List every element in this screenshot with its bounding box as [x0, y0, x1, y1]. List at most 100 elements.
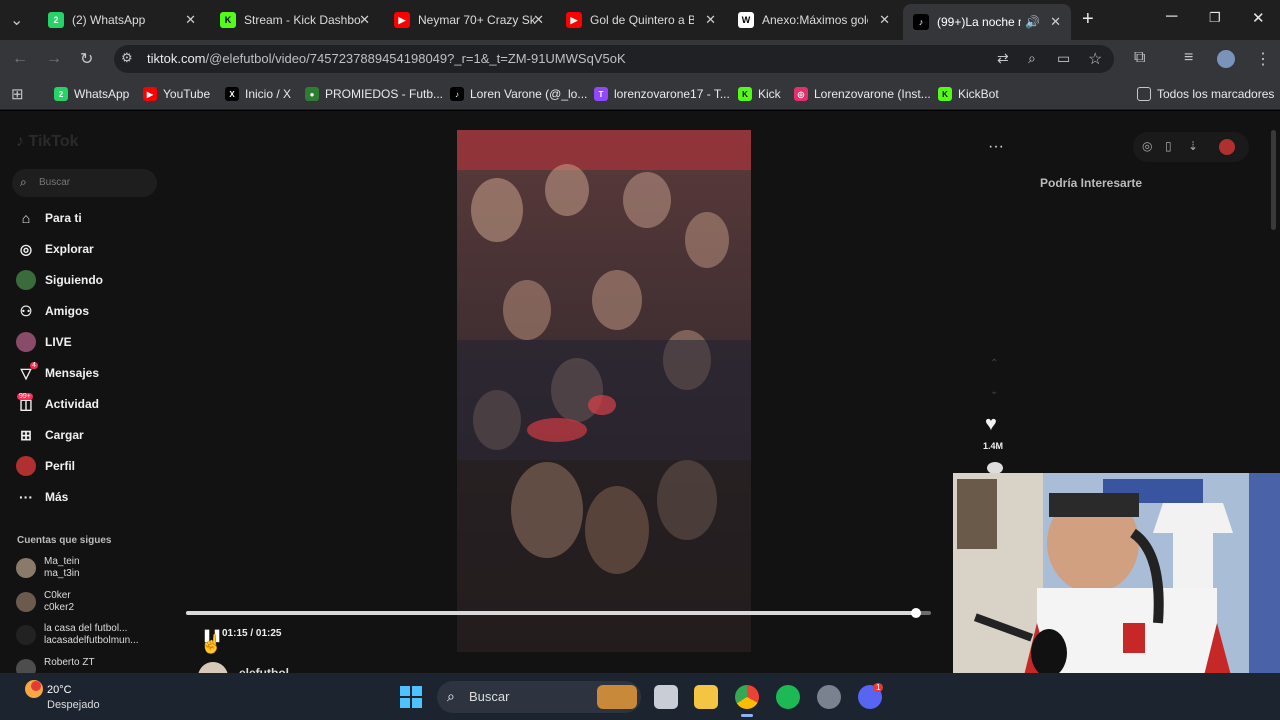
bookmark-item[interactable]: ◎ Lorenzovarone (Inst... [794, 86, 931, 102]
bookmark-item[interactable]: Tlorenzovarone17 - T... [594, 86, 730, 102]
bookmark-item[interactable]: K Kick [738, 86, 781, 102]
bookmark-star-icon[interactable]: ☆ [1088, 49, 1102, 69]
browser-tab[interactable]: ▶ Gol de Quintero a Boca ✕ [556, 6, 726, 34]
scroll-up-icon[interactable]: ⌃ [990, 358, 998, 369]
youtube-favicon-icon: ▶ [143, 87, 157, 101]
close-tab-icon[interactable]: ✕ [533, 12, 544, 28]
browser-tab[interactable]: K Stream - Kick Dashboard ✕ [210, 6, 380, 34]
page-scrollbar[interactable] [1271, 130, 1276, 230]
nav-amigos[interactable]: ⚇ Amigos [16, 300, 89, 322]
close-tab-icon[interactable]: ✕ [185, 12, 196, 28]
media-control-icon[interactable]: ≡ [1184, 49, 1193, 67]
tiktok-logo[interactable]: ♪ TikTok [16, 133, 79, 151]
minimize-icon[interactable]: ─ [1166, 8, 1177, 26]
following-item[interactable]: C0ker c0ker2 [16, 590, 74, 614]
right-toolbar: ◎ ▯ ⇣ [1133, 132, 1249, 162]
extensions-icon[interactable]: ⧉ [1134, 49, 1145, 67]
tab-title: Stream - Kick Dashboard [244, 13, 362, 27]
weather-badge [31, 681, 41, 691]
close-tab-icon[interactable]: ✕ [1050, 14, 1061, 30]
chrome-icon[interactable] [735, 685, 759, 709]
zoom-icon[interactable]: ⌕ [1028, 50, 1036, 67]
bookmark-item[interactable]: ♪ Loren Varone (@_lo... [450, 86, 587, 102]
weather-temp[interactable]: 20°C [47, 684, 72, 696]
nav-mas[interactable]: ··· Más [16, 486, 68, 508]
avatar [16, 625, 36, 645]
nav-live[interactable]: LIVE [16, 331, 72, 353]
video-frame [457, 130, 751, 652]
like-heart-icon[interactable]: ♥ [985, 413, 997, 436]
nav-explorar[interactable]: ◎ Explorar [16, 238, 94, 260]
youtube-favicon-icon: ▶ [566, 12, 582, 28]
bookmark-item[interactable]: X Inicio / X [225, 86, 291, 102]
more-icon: ··· [19, 489, 33, 505]
file-explorer-icon[interactable] [694, 685, 718, 709]
all-bookmarks-folder[interactable]: Todos los marcadores [1137, 86, 1274, 102]
search-placeholder: Buscar [39, 177, 71, 188]
back-icon[interactable]: ← [12, 50, 28, 68]
restore-icon[interactable]: ❐ [1209, 10, 1221, 26]
site-info-icon[interactable]: ⚙ [121, 50, 133, 66]
windows-start-icon[interactable] [400, 686, 422, 708]
instagram-favicon-icon: ◎ [794, 87, 808, 101]
nav-perfil[interactable]: Perfil [16, 455, 75, 477]
tab-title: Gol de Quintero a Boca [590, 13, 694, 27]
explore-icon[interactable]: ◎ [1142, 139, 1152, 153]
youtube-favicon-icon: ▶ [394, 12, 410, 28]
following-item[interactable]: Ma_tein ma_t3in [16, 556, 80, 580]
following-item[interactable]: la casa del futbol... lacasadelfutbolmun.… [16, 623, 139, 647]
browser-tab[interactable]: W Anexo:Máximos goleadores ✕ [728, 6, 900, 34]
search-box[interactable]: ⌕ Buscar [12, 169, 157, 197]
browser-tab[interactable]: 2 (2) WhatsApp ✕ [38, 6, 206, 34]
user-avatar[interactable] [1219, 139, 1235, 155]
bookmark-item[interactable]: ▶ YouTube [143, 86, 210, 102]
search-icon: ⌕ [447, 688, 455, 704]
following-header: Cuentas que sigues [17, 535, 112, 546]
apps-grid-icon[interactable]: ⊞ [11, 85, 24, 103]
spotify-icon[interactable] [776, 685, 800, 709]
close-tab-icon[interactable]: ✕ [359, 12, 370, 28]
kick-favicon-icon: K [738, 87, 752, 101]
bookmark-item[interactable]: K KickBot [938, 86, 999, 102]
video-time: 01:15 / 01:25 [222, 628, 282, 639]
close-tab-icon[interactable]: ✕ [879, 12, 890, 28]
nav-cargar[interactable]: ⊞ Cargar [16, 424, 84, 446]
address-text[interactable]: tiktok.com/@elefutbol/video/745723788945… [147, 51, 626, 66]
twitch-favicon-icon: T [594, 87, 608, 101]
forward-icon[interactable]: → [46, 50, 62, 68]
more-options-icon[interactable]: ··· [988, 138, 1004, 156]
nav-siguiendo[interactable]: Siguiendo [16, 269, 103, 291]
scroll-down-icon[interactable]: ⌄ [990, 386, 998, 397]
translate-icon[interactable]: ⇄ [997, 50, 1009, 67]
speaker-icon[interactable]: 🔊 [1025, 15, 1040, 29]
taskbar-active-indicator [741, 714, 753, 717]
app-icon[interactable] [817, 685, 841, 709]
whatsapp-favicon-icon: 2 [48, 12, 64, 28]
video-player[interactable] [457, 130, 751, 652]
nav-para-ti[interactable]: ⌂ Para ti [16, 207, 82, 229]
browser-tab-active[interactable]: ♪ (99+)La noche más 🔊 ✕ [903, 4, 1071, 40]
close-tab-icon[interactable]: ✕ [705, 12, 716, 28]
browser-tab[interactable]: ▶ Neymar 70+ Crazy Skills ✕ [384, 6, 554, 34]
tiktok-logo-icon: ♪ [16, 133, 24, 150]
home-icon: ⌂ [21, 210, 31, 226]
profile-avatar[interactable] [1217, 50, 1235, 68]
task-view-icon[interactable] [654, 685, 678, 709]
tab-search-icon[interactable]: ⌄ [10, 10, 23, 30]
cast-icon[interactable]: ▭ [1057, 50, 1070, 67]
nav-mensajes[interactable]: ▽ Mensajes [16, 362, 99, 384]
activity-badge: 99+ [17, 393, 33, 400]
wikipedia-favicon-icon: W [738, 12, 754, 28]
bookmark-item[interactable]: ● PROMIEDOS - Futb... [305, 86, 443, 102]
download-icon[interactable]: ⇣ [1188, 139, 1198, 153]
reload-icon[interactable]: ↻ [80, 49, 93, 69]
new-tab-button[interactable]: + [1082, 8, 1094, 31]
taskbar-search[interactable]: ⌕ Buscar [437, 681, 641, 713]
close-window-icon[interactable]: ✕ [1252, 9, 1265, 27]
video-progress-bar[interactable] [186, 608, 931, 618]
bookmark-item[interactable]: 2 WhatsApp [54, 86, 129, 102]
kickbot-favicon-icon: K [938, 87, 952, 101]
menu-icon[interactable]: ⋮ [1255, 49, 1271, 69]
device-icon[interactable]: ▯ [1165, 139, 1172, 153]
avatar [16, 558, 36, 578]
